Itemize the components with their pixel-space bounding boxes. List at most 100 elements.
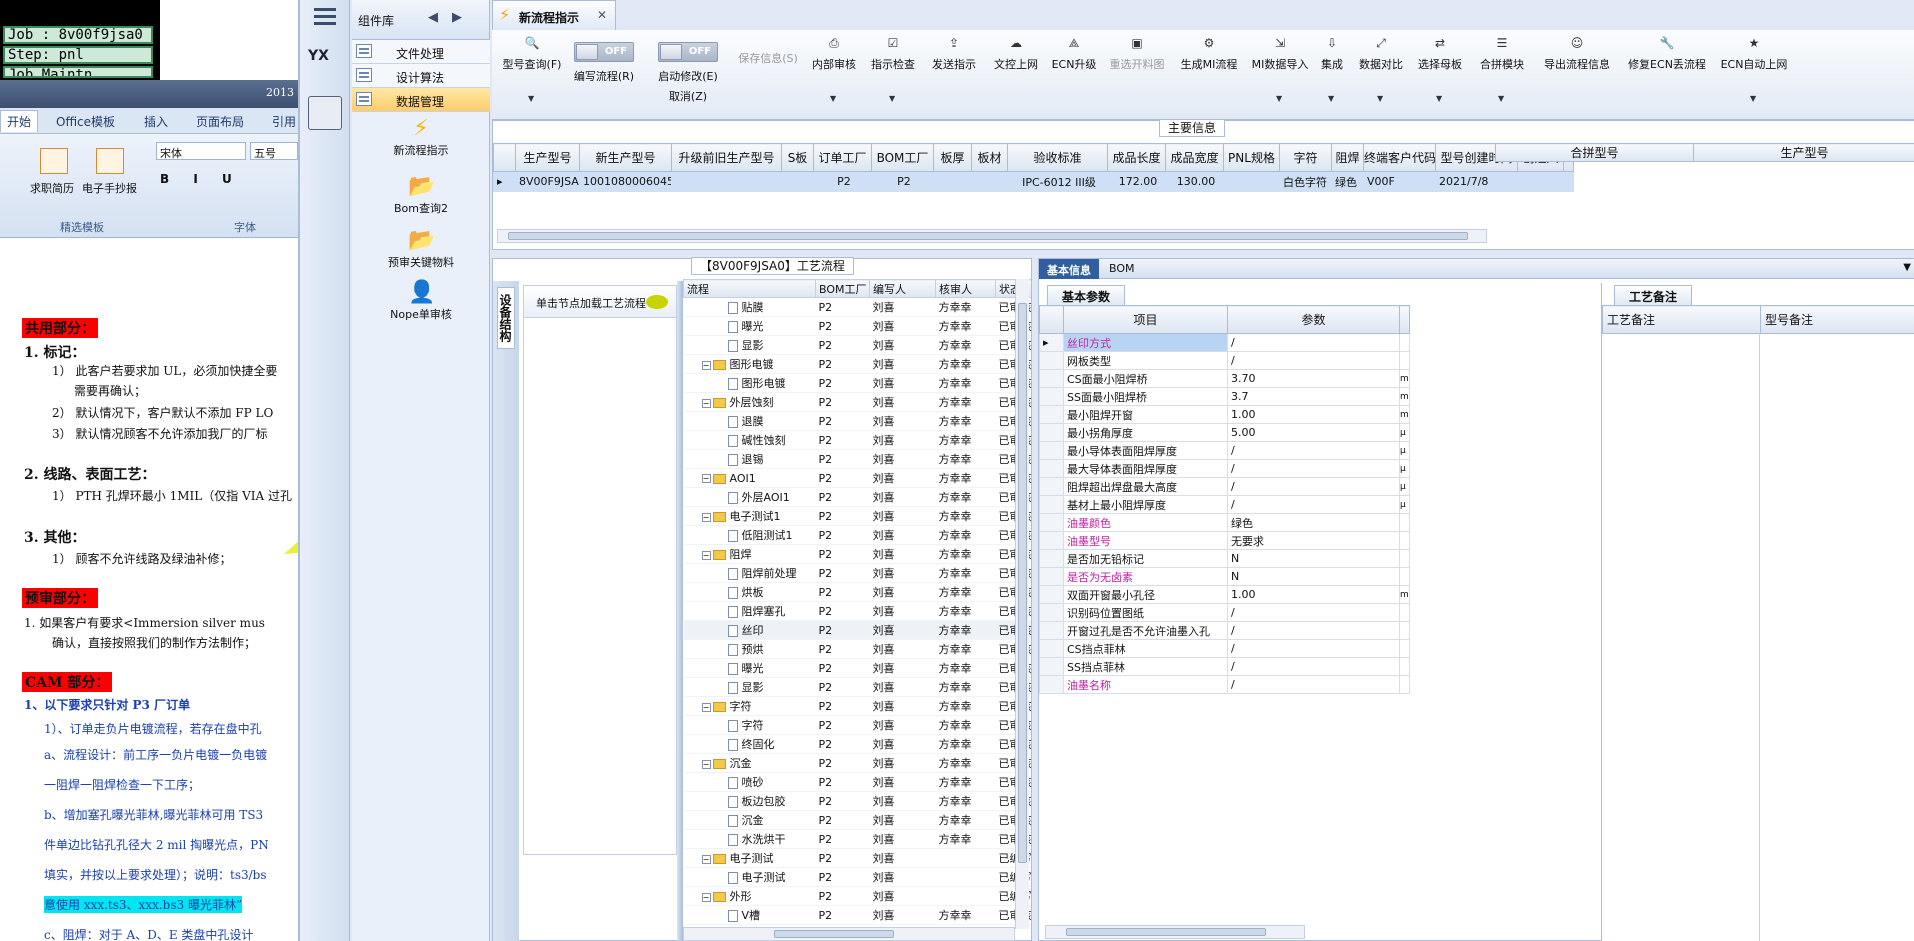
collapse-toggle-icon[interactable]: − — [701, 759, 711, 769]
param-row[interactable]: CS挡点菲林 / — [1039, 639, 1410, 658]
tree-row[interactable]: 烘板P2刘喜方幸幸已审核 — [683, 582, 1031, 602]
integrate-button[interactable]: ⇩ 集成 ▼ — [1314, 36, 1350, 108]
column-header[interactable]: BOM工厂 — [871, 143, 934, 172]
param-value[interactable]: N — [1227, 549, 1400, 568]
tree-row[interactable]: 退锡P2刘喜方幸幸已审核 — [683, 449, 1031, 469]
param-row[interactable]: SS挡点菲林 / — [1039, 657, 1410, 676]
tree-row[interactable]: 贴膜P2刘喜方幸幸已审核 — [683, 297, 1031, 317]
tab-insert[interactable]: 插入 — [144, 113, 168, 130]
param-row[interactable]: ▸ 丝印方式 / — [1039, 333, 1410, 352]
param-value[interactable]: / — [1227, 333, 1400, 352]
param-value[interactable]: 3.70 — [1227, 369, 1400, 388]
param-value[interactable]: / — [1227, 621, 1400, 640]
column-header[interactable]: 核审人 — [935, 279, 996, 298]
tree-row[interactable]: 丝印P2刘喜方幸幸已审核 — [683, 620, 1031, 640]
collapse-toggle-icon[interactable]: − — [701, 854, 711, 864]
column-header[interactable]: 合拼型号 — [1495, 143, 1694, 162]
column-header[interactable]: 板厚 — [933, 143, 972, 172]
param-row[interactable]: 最小导体表面阻焊厚度 / μ — [1039, 441, 1410, 460]
param-value[interactable]: 1.00 — [1227, 405, 1400, 424]
process-tree-hscroll[interactable] — [683, 927, 1015, 941]
param-row[interactable]: 油墨颜色 绿色 — [1039, 513, 1410, 532]
param-value[interactable]: 3.7 — [1227, 387, 1400, 406]
write-flow-toggle[interactable]: OFF — [574, 42, 634, 62]
cancel-button[interactable]: 取消(Z) — [648, 88, 728, 104]
tree-row[interactable]: 阻焊前处理P2刘喜方幸幸已审核 — [683, 563, 1031, 583]
export-flow-info-button[interactable]: ☺ 导出流程信息 — [1534, 36, 1620, 108]
param-row[interactable]: CS面最小阻焊桥 3.70 m — [1039, 369, 1410, 388]
tree-row[interactable]: 低阻测试1P2刘喜方幸幸已审核 — [683, 525, 1031, 545]
param-row[interactable]: 网板类型 / — [1039, 351, 1410, 370]
doc-tab-new-flow[interactable]: ⚡ 新流程指示 ✕ — [492, 0, 616, 30]
column-header[interactable]: 流程 — [683, 279, 816, 298]
internal-review-button[interactable]: ⎙ 内部审核 ▼ — [804, 36, 864, 108]
collapse-toggle-icon[interactable]: − — [701, 892, 711, 902]
doc-control-upload-button[interactable]: ☁ 文控上网 — [986, 36, 1046, 108]
tool-nope-review[interactable]: 👤 Nope单审核 — [352, 280, 490, 322]
panel-item-data[interactable]: 数据管理 — [352, 88, 490, 112]
tree-row[interactable]: 终固化P2刘喜方幸幸已审核 — [683, 734, 1031, 754]
column-header[interactable]: 升级前旧生产型号 — [671, 143, 782, 172]
param-value[interactable]: / — [1227, 657, 1400, 676]
tree-row[interactable]: −电子测试P2刘喜已编写 — [683, 848, 1031, 868]
tree-row[interactable]: V槽P2刘喜方幸幸已审核 — [683, 905, 1031, 925]
column-header[interactable]: 终端客户代码 — [1363, 143, 1436, 172]
panel-back-icon[interactable]: ◀ — [428, 10, 438, 25]
param-value[interactable]: / — [1227, 351, 1400, 370]
merge-module-button[interactable]: ☰ 合拼模块 ▼ — [1472, 36, 1532, 108]
column-header[interactable]: 生产型号 — [515, 143, 580, 172]
column-header[interactable]: BOM工厂 — [815, 279, 870, 298]
param-value[interactable]: / — [1227, 477, 1400, 496]
panel-item-algorithm[interactable]: 设计算法 — [352, 64, 490, 88]
tree-row[interactable]: 水洗烘干P2刘喜方幸幸已审核 — [683, 829, 1031, 849]
tab-process-notes[interactable]: 工艺备注 — [1614, 285, 1693, 305]
param-value[interactable]: 绿色 — [1227, 513, 1400, 532]
tab-equipment-structure[interactable]: 设备结构 — [497, 287, 515, 349]
resume-button[interactable]: 求职简历 — [30, 180, 74, 196]
tree-row[interactable]: 碱性蚀刻P2刘喜方幸幸已审核 — [683, 430, 1031, 450]
column-header[interactable]: 编写人 — [869, 279, 936, 298]
tree-row[interactable]: −图形电镀P2刘喜方幸幸已审核 — [683, 354, 1031, 374]
tree-row[interactable]: 曝光P2刘喜方幸幸已审核 — [683, 658, 1031, 678]
tree-row[interactable]: 沉金P2刘喜方幸幸已审核 — [683, 810, 1031, 830]
reselect-cut-map-button[interactable]: ▣ 重选开料图 — [1102, 36, 1172, 108]
menu-icon[interactable] — [314, 8, 336, 26]
column-header[interactable]: 参数 — [1227, 305, 1400, 334]
tool-new-flow[interactable]: ⚡ 新流程指示 — [352, 116, 490, 158]
tab-home[interactable]: 开始 — [0, 110, 39, 132]
tree-row[interactable]: −外层蚀刻P2刘喜方幸幸已审核 — [683, 392, 1031, 412]
comment-icon[interactable] — [646, 295, 668, 309]
column-header[interactable]: 型号备注 — [1760, 305, 1914, 334]
column-header[interactable]: 字符 — [1279, 143, 1332, 172]
start-edit-toggle[interactable]: OFF — [658, 42, 718, 62]
tab-basic-info[interactable]: 基本信息 — [1039, 259, 1099, 279]
column-header[interactable]: S板 — [781, 143, 814, 172]
collapse-toggle-icon[interactable]: − — [701, 360, 711, 370]
main-info-hscroll[interactable] — [497, 229, 1487, 243]
param-row[interactable]: 阻焊超出焊盘最大高度 / μ — [1039, 477, 1410, 496]
column-header[interactable]: 新生产型号 — [579, 143, 672, 172]
mi-data-import-button[interactable]: ⇲ MI数据导入 ▼ — [1246, 36, 1314, 108]
tree-row[interactable]: −电子测试1P2刘喜方幸幸已审核 — [683, 506, 1031, 526]
param-value[interactable]: 1.00 — [1227, 585, 1400, 604]
column-header[interactable]: 工艺备注 — [1602, 305, 1761, 334]
tree-row[interactable]: −外形P2刘喜已编写 — [683, 886, 1031, 906]
param-row[interactable]: 油墨名称 / — [1039, 675, 1410, 694]
calculator-icon[interactable] — [308, 96, 342, 130]
param-value[interactable]: N — [1227, 567, 1400, 586]
tree-row[interactable]: 曝光P2刘喜方幸幸已审核 — [683, 316, 1031, 336]
param-row[interactable]: 是否加无铅标记 N — [1039, 549, 1410, 568]
tool-bom-query[interactable]: 📂 Bom查询2 — [352, 174, 490, 216]
tree-row[interactable]: −字符P2刘喜方幸幸已审核 — [683, 696, 1031, 716]
param-row[interactable]: 开窗过孔是否不允许油墨入孔 / — [1039, 621, 1410, 640]
param-row[interactable]: 最小阻焊开窗 1.00 m — [1039, 405, 1410, 424]
save-info-button[interactable]: 保存信息(S) — [732, 50, 804, 122]
column-header[interactable]: 成品长度 — [1107, 143, 1166, 172]
tree-row[interactable]: 阻焊塞孔P2刘喜方幸幸已审核 — [683, 601, 1031, 621]
param-value[interactable]: / — [1227, 675, 1400, 694]
param-value[interactable]: / — [1227, 603, 1400, 622]
tree-row[interactable]: 外层AOI1P2刘喜方幸幸已审核 — [683, 487, 1031, 507]
collapse-toggle-icon[interactable]: − — [701, 550, 711, 560]
tree-row[interactable]: 退膜P2刘喜方幸幸已审核 — [683, 411, 1031, 431]
param-row[interactable]: 最小拐角厚度 5.00 μ — [1039, 423, 1410, 442]
